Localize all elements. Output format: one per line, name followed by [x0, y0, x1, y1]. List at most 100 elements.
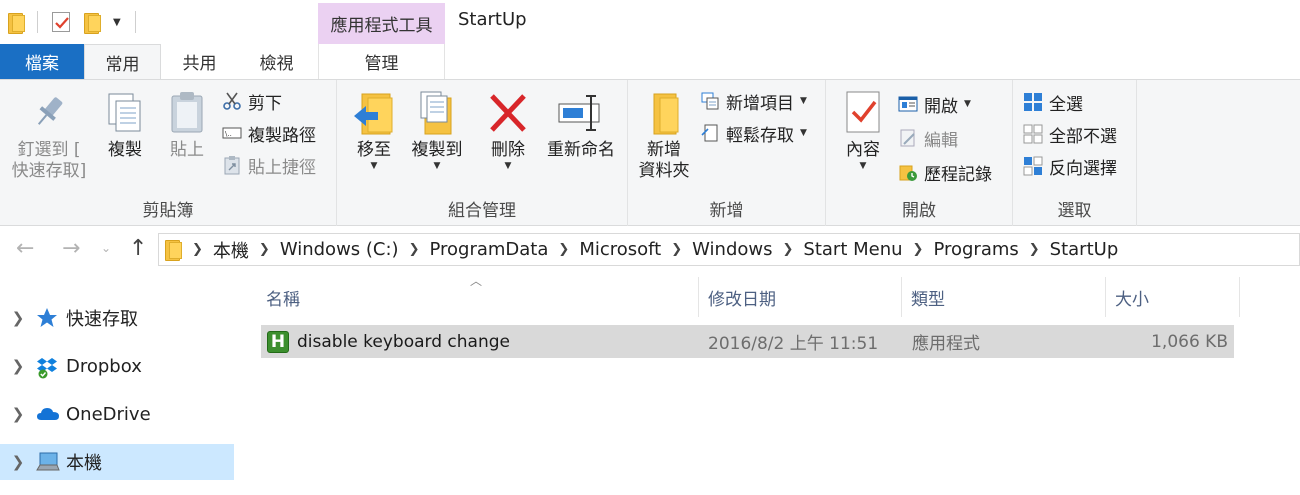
properties-button[interactable]: 內容 ▼ — [838, 88, 888, 171]
customize-toolbar-icon[interactable]: ▼ — [113, 17, 121, 28]
cloud-icon — [36, 403, 60, 425]
file-type: 應用程式 — [912, 334, 980, 354]
paste-label: 貼上 — [170, 140, 204, 160]
rename-button[interactable]: 重新命名 — [541, 88, 621, 161]
select-none-button[interactable]: 全部不選 — [1023, 121, 1117, 147]
paste-shortcut-icon — [222, 155, 242, 175]
chevron-right-icon[interactable]: ❯ — [671, 242, 682, 257]
move-to-button[interactable]: 移至 ▼ — [349, 88, 399, 171]
chevron-right-icon[interactable]: ❯ — [192, 242, 203, 257]
tab-file[interactable]: 檔案 — [0, 44, 84, 79]
delete-dropdown-icon: ▼ — [504, 161, 512, 171]
chevron-right-icon[interactable]: ❯ — [0, 405, 36, 423]
column-header-size[interactable]: 大小 — [1107, 277, 1240, 317]
back-arrow-icon[interactable]: ← — [16, 236, 34, 261]
nav-item-label: 本機 — [66, 453, 102, 474]
chevron-right-icon[interactable]: ❯ — [913, 242, 924, 257]
select-none-icon — [1023, 124, 1043, 144]
folder-icon — [8, 12, 25, 34]
copy-path-label: 複製路徑 — [248, 125, 316, 146]
delete-button[interactable]: 刪除 ▼ — [483, 88, 533, 171]
chevron-right-icon[interactable]: ❯ — [1029, 242, 1040, 257]
move-to-icon — [350, 88, 398, 138]
new-item-button[interactable]: 新增項目 ▼ — [700, 88, 807, 114]
recent-locations-icon[interactable]: ⌄ — [101, 241, 111, 255]
dropbox-icon — [36, 355, 60, 379]
chevron-right-icon[interactable]: ❯ — [0, 357, 36, 375]
chevron-right-icon[interactable]: ❯ — [0, 453, 36, 471]
new-item-dropdown-icon: ▼ — [800, 96, 807, 106]
file-modified-date: 2016/8/2 上午 11:51 — [708, 334, 879, 354]
tab-home[interactable]: 常用 — [84, 44, 161, 80]
invert-selection-label: 反向選擇 — [1049, 158, 1117, 179]
breadcrumb-programdata[interactable]: ProgramData — [429, 239, 548, 260]
svg-text:\..: \.. — [225, 130, 232, 138]
breadcrumb-microsoft[interactable]: Microsoft — [579, 239, 661, 260]
tab-share[interactable]: 共用 — [161, 44, 238, 79]
file-name-cell: H disable keyboard change — [267, 325, 697, 358]
copy-button[interactable]: 複製 — [98, 88, 152, 161]
tab-view[interactable]: 檢視 — [238, 44, 315, 79]
easy-access-icon — [700, 123, 720, 143]
breadcrumb-start-menu[interactable]: Start Menu — [803, 239, 902, 260]
tab-manage[interactable]: 管理 — [318, 44, 445, 79]
history-label: 歷程記錄 — [924, 164, 992, 185]
new-folder-label-line1: 新增 — [647, 140, 681, 160]
delete-icon — [484, 88, 532, 138]
new-folder-icon — [640, 88, 688, 138]
column-header-date-modified[interactable]: 修改日期 — [700, 277, 902, 317]
pin-label-line2: 快速存取] — [11, 161, 87, 181]
forward-arrow-icon[interactable]: → — [62, 236, 80, 261]
organize-group: 移至 ▼ 複製到 ▼ 刪除 ▼ 重新命名 組合管理 — [337, 80, 628, 226]
paste-shortcut-button[interactable]: 貼上捷徑 — [222, 152, 316, 178]
history-button[interactable]: 歷程記錄 — [898, 159, 992, 185]
file-name: disable keyboard change — [297, 331, 510, 352]
chevron-right-icon[interactable]: ❯ — [409, 242, 420, 257]
nav-item-this-pc[interactable]: ❯ 本機 — [0, 444, 234, 480]
properties-icon[interactable] — [52, 12, 70, 32]
breadcrumb-this-pc[interactable]: 本機 — [213, 237, 249, 263]
edit-button[interactable]: 編輯 — [898, 125, 958, 151]
select-all-button[interactable]: 全選 — [1023, 89, 1083, 115]
cut-button[interactable]: 剪下 — [222, 88, 282, 114]
chevron-right-icon[interactable]: ❯ — [558, 242, 569, 257]
move-to-dropdown-icon: ▼ — [370, 161, 378, 171]
copy-path-button[interactable]: \.. 複製路徑 — [222, 120, 316, 146]
open-button[interactable]: 開啟 ▼ — [898, 91, 971, 117]
ribbon-tabs: 檔案 常用 共用 檢視 管理 — [0, 44, 1300, 80]
context-tab-header: 應用程式工具 — [318, 3, 445, 44]
breadcrumb-programs[interactable]: Programs — [933, 239, 1018, 260]
select-all-icon — [1023, 92, 1043, 112]
column-header-type[interactable]: 類型 — [903, 277, 1106, 317]
invert-selection-button[interactable]: 反向選擇 — [1023, 153, 1117, 179]
navigation-bar: ← → ⌄ ↑ ❯ 本機 ❯ Windows (C:) ❯ ProgramDat… — [0, 230, 1300, 270]
breadcrumb-startup[interactable]: StartUp — [1050, 239, 1119, 260]
organize-group-label: 組合管理 — [448, 201, 516, 221]
nav-item-quick-access[interactable]: ❯ 快速存取 — [0, 300, 234, 336]
delete-label: 刪除 — [491, 140, 525, 160]
paste-button[interactable]: 貼上 — [160, 88, 214, 161]
nav-item-onedrive[interactable]: ❯ OneDrive — [0, 396, 234, 432]
easy-access-button[interactable]: 輕鬆存取 ▼ — [700, 120, 807, 146]
new-folder-icon[interactable] — [84, 12, 101, 34]
copy-icon — [101, 88, 149, 138]
chevron-right-icon[interactable]: ❯ — [259, 242, 270, 257]
up-arrow-icon[interactable]: ↑ — [129, 236, 147, 261]
breadcrumb-windows-c[interactable]: Windows (C:) — [280, 239, 399, 260]
table-row[interactable]: H disable keyboard change 2016/8/2 上午 11… — [261, 325, 1234, 358]
chevron-right-icon[interactable]: ❯ — [0, 309, 36, 327]
edit-label: 編輯 — [924, 130, 958, 151]
nav-item-dropbox[interactable]: ❯ Dropbox — [0, 348, 234, 384]
column-header-name[interactable]: 名稱 — [258, 277, 699, 317]
new-folder-label-line2: 資料夾 — [638, 161, 690, 181]
new-item-label: 新增項目 — [726, 93, 794, 114]
new-folder-button[interactable]: 新增 資料夾 — [634, 88, 694, 182]
breadcrumb-windows[interactable]: Windows — [692, 239, 772, 260]
properties-label: 內容 — [846, 140, 880, 160]
chevron-right-icon[interactable]: ❯ — [783, 242, 794, 257]
address-bar[interactable]: ❯ 本機 ❯ Windows (C:) ❯ ProgramData ❯ Micr… — [158, 233, 1300, 266]
pin-quick-access-button[interactable]: 釘選到 [ 快速存取] — [10, 88, 88, 182]
copy-to-button[interactable]: 複製到 ▼ — [405, 88, 469, 171]
copy-to-label: 複製到 — [411, 140, 463, 160]
toolbar-divider — [37, 11, 38, 33]
